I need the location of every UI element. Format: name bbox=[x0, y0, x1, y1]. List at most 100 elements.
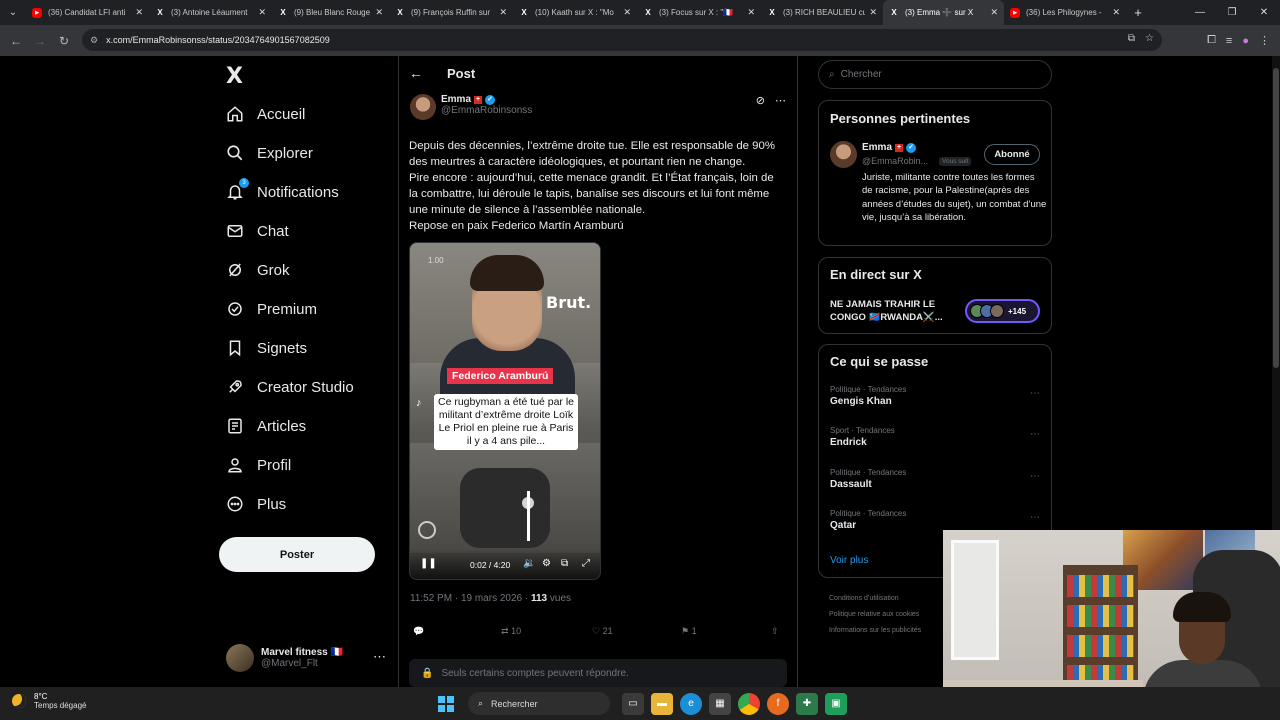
browser-tab[interactable]: ▶ (36) Les Philogynes - ✕ bbox=[1004, 0, 1126, 25]
footer-link[interactable]: Conditions d’utilisation bbox=[829, 591, 921, 607]
author-name[interactable]: Emma bbox=[441, 94, 471, 105]
more-icon[interactable]: ⋯ bbox=[373, 649, 386, 665]
bookmark-button[interactable]: ⚑ 1 bbox=[681, 626, 697, 637]
see-more-link[interactable]: Voir plus bbox=[830, 555, 868, 566]
more-icon[interactable]: ⋯ bbox=[775, 94, 786, 107]
profile-icon[interactable]: ● bbox=[1242, 35, 1249, 47]
browser-tab[interactable]: ▶ (36) Candidat LFI anti ✕ bbox=[26, 0, 149, 25]
tab-search-icon[interactable]: ⌄ bbox=[0, 0, 26, 25]
post-timestamp[interactable]: 11:52 PM · 19 mars 2026 · bbox=[410, 593, 531, 604]
close-tab-icon[interactable]: ✕ bbox=[375, 7, 383, 18]
volume-icon[interactable]: 🔉 bbox=[523, 558, 535, 569]
app-icon[interactable]: ✚ bbox=[796, 692, 818, 715]
live-card[interactable]: En direct sur X NE JAMAIS TRAHIR LE CONG… bbox=[818, 257, 1052, 334]
close-tab-icon[interactable]: ✕ bbox=[499, 7, 507, 18]
back-arrow-icon[interactable]: ← bbox=[409, 65, 423, 81]
search-input[interactable]: ⌕ Chercher bbox=[818, 60, 1052, 89]
extensions-icon[interactable]: ⧠ bbox=[1207, 34, 1216, 47]
nav-item-notifications[interactable]: 3 Notifications bbox=[226, 177, 339, 207]
forward-icon[interactable]: → bbox=[28, 34, 52, 48]
author-avatar[interactable] bbox=[410, 94, 436, 120]
more-icon[interactable]: ⋯ bbox=[1030, 388, 1040, 399]
post-button[interactable]: Poster bbox=[219, 537, 375, 572]
footer-link[interactable]: Informations sur les publicités bbox=[829, 623, 921, 639]
nav-item-creator-studio[interactable]: Creator Studio bbox=[226, 372, 354, 402]
more-icon[interactable]: ⋯ bbox=[1030, 471, 1040, 482]
app-icon[interactable]: ▣ bbox=[825, 692, 847, 715]
browser-tab[interactable]: X (3) Focus sur X : "🇫🇷 ✕ bbox=[637, 0, 761, 25]
person-avatar[interactable] bbox=[830, 141, 857, 168]
nav-item-grok[interactable]: Grok bbox=[226, 255, 290, 285]
reply-icon[interactable]: 💬 bbox=[413, 626, 424, 637]
settings-icon[interactable]: ⚙ bbox=[542, 558, 551, 569]
close-tab-icon[interactable]: ✕ bbox=[135, 7, 143, 18]
nav-item-chat[interactable]: Chat bbox=[226, 216, 289, 246]
pip-icon[interactable]: ⧉ bbox=[561, 558, 568, 569]
post-author[interactable]: Emma + ✓ @EmmaRobinsonss bbox=[410, 94, 532, 120]
close-tab-icon[interactable]: ✕ bbox=[869, 7, 877, 18]
more-icon[interactable]: ⋯ bbox=[1030, 429, 1040, 440]
browser-tab[interactable]: X (9) François Ruffin sur ✕ bbox=[389, 0, 513, 25]
repost-button[interactable]: ⇄ 10 bbox=[501, 626, 521, 637]
close-tab-icon[interactable]: ✕ bbox=[1112, 7, 1120, 18]
taskbar-search[interactable]: ⌕ Rechercher bbox=[468, 692, 610, 715]
nav-item-articles[interactable]: Articles bbox=[226, 411, 306, 441]
nav-item-explore[interactable]: Explorer bbox=[226, 138, 313, 168]
weather-widget[interactable]: 8°C Temps dégagé bbox=[12, 692, 86, 710]
video-player[interactable]: 1.00 Brut. Federico Aramburú ♪ Ce rugbym… bbox=[409, 242, 601, 580]
chrome-icon[interactable] bbox=[738, 692, 760, 715]
close-tab-icon[interactable]: ✕ bbox=[990, 7, 998, 18]
live-listeners[interactable]: +145 bbox=[965, 299, 1040, 323]
close-tab-icon[interactable]: ✕ bbox=[258, 7, 266, 18]
maximize-icon[interactable]: ❐ bbox=[1216, 0, 1248, 25]
browser-tab[interactable]: X (3) RICH BEAULIEU cu ✕ bbox=[761, 0, 883, 25]
footer-link[interactable]: Politique relative aux cookies bbox=[829, 607, 921, 623]
volume-slider[interactable] bbox=[527, 491, 530, 541]
firefox-icon[interactable]: f bbox=[767, 692, 789, 715]
media-icon[interactable]: ≡ bbox=[1226, 35, 1232, 47]
author-handle[interactable]: @EmmaRobinsonss bbox=[441, 105, 532, 116]
trend-item[interactable]: Politique · Tendances Dassault ⋯ bbox=[830, 468, 1040, 490]
new-tab-button[interactable]: + bbox=[1126, 5, 1150, 20]
edge-icon[interactable]: e bbox=[680, 692, 702, 715]
url-bar[interactable]: ⚙ x.com/EmmaRobinsonss/status/2034764901… bbox=[82, 29, 1162, 51]
reload-icon[interactable]: ↻ bbox=[52, 34, 76, 48]
site-info-icon[interactable]: ⚙ bbox=[90, 35, 98, 46]
pause-icon[interactable]: ❚❚ bbox=[420, 558, 437, 569]
task-view-icon[interactable]: ▭ bbox=[622, 692, 644, 715]
scrollbar-thumb[interactable] bbox=[1273, 68, 1279, 368]
grok-icon[interactable]: ⊘ bbox=[756, 94, 765, 107]
file-explorer-icon[interactable]: ▬ bbox=[651, 692, 673, 715]
fullscreen-icon[interactable]: ⤢ bbox=[582, 558, 590, 569]
nav-item-profile[interactable]: Profil bbox=[226, 450, 291, 480]
browser-tab[interactable]: X (9) Bleu Blanc Rouge ✕ bbox=[272, 0, 389, 25]
nav-item-home[interactable]: Accueil bbox=[226, 99, 305, 129]
browser-tab-active[interactable]: X (3) Emma ➕ sur X ✕ bbox=[883, 0, 1004, 25]
trend-item[interactable]: Politique · Tendances Qatar ⋯ bbox=[830, 509, 1040, 531]
close-tab-icon[interactable]: ✕ bbox=[747, 7, 755, 18]
person-handle[interactable]: @EmmaRobin... bbox=[862, 156, 928, 166]
like-button[interactable]: ♡ 21 bbox=[592, 626, 613, 637]
close-window-icon[interactable]: ✕ bbox=[1248, 0, 1280, 25]
minimize-icon[interactable]: — bbox=[1184, 0, 1216, 25]
trend-item[interactable]: Sport · Tendances Endrick ⋯ bbox=[830, 426, 1040, 448]
windows-start-icon[interactable] bbox=[438, 695, 454, 712]
trend-item[interactable]: Politique · Tendances Gengis Khan ⋯ bbox=[830, 385, 1040, 407]
nav-item-bookmarks[interactable]: Signets bbox=[226, 333, 307, 363]
live-space-title[interactable]: NE JAMAIS TRAHIR LE CONGO 🇨🇩RWANDA⚔️... bbox=[830, 298, 960, 324]
account-switcher[interactable]: Marvel fitness 🇫🇷 @Marvel_Flt ⋯ bbox=[226, 643, 386, 673]
back-icon[interactable]: ← bbox=[4, 34, 28, 48]
share-icon[interactable]: ⇧ bbox=[771, 626, 779, 637]
store-icon[interactable]: ▦ bbox=[709, 692, 731, 715]
x-logo[interactable]: X bbox=[226, 64, 243, 89]
browser-tab[interactable]: X (10) Kaath sur X : "Mo ✕ bbox=[513, 0, 637, 25]
star-icon[interactable]: ☆ bbox=[1145, 33, 1154, 44]
menu-icon[interactable]: ⋮ bbox=[1259, 34, 1270, 47]
nav-item-premium[interactable]: Premium bbox=[226, 294, 317, 324]
person-name[interactable]: Emma bbox=[862, 142, 892, 153]
install-app-icon[interactable]: ⧉ bbox=[1128, 33, 1135, 44]
nav-item-more[interactable]: Plus bbox=[226, 489, 286, 519]
following-button[interactable]: Abonné bbox=[984, 144, 1040, 165]
more-icon[interactable]: ⋯ bbox=[1030, 512, 1040, 523]
browser-tab[interactable]: X (3) Antoine Léaument ✕ bbox=[149, 0, 272, 25]
